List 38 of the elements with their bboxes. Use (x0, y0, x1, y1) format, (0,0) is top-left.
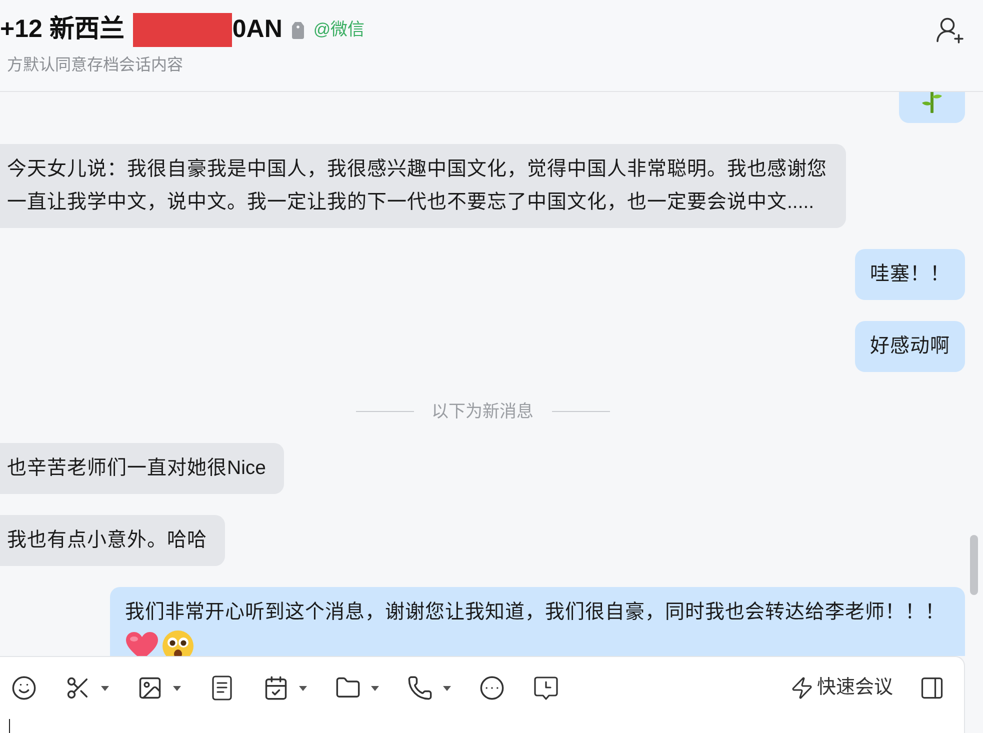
message-text: 哇塞！！ (870, 263, 950, 285)
message-text: 好感动啊 (870, 335, 950, 357)
text-cursor-icon (9, 719, 10, 733)
smile-icon (11, 675, 37, 701)
scheduled-message-button[interactable] (533, 674, 559, 702)
message-text: 我也有点小意外。哈哈 (7, 529, 207, 551)
more-icon (479, 675, 505, 701)
add-member-button[interactable] (935, 15, 965, 45)
lightning-icon (790, 676, 814, 700)
message-text: 今天女儿说：我很自豪我是中国人，我很感兴趣中国文化，觉得中国人非常聪明。我也感谢您一直让我学中文，说中文。我一定让我的下一代也不要忘了中国文化，也一定要会说中文..... (7, 158, 827, 213)
message-clock-icon (533, 675, 559, 701)
calendar-check-icon (263, 675, 289, 701)
archive-consent-notice: 方默认同意存档会话内容 (6, 55, 183, 76)
new-messages-divider-label: 以下为新消息 (432, 402, 534, 422)
message-text: 也辛苦老师们一直对她很Nice (7, 457, 266, 479)
tag-icon (292, 22, 304, 38)
call-button[interactable] (407, 674, 451, 702)
document-icon (209, 675, 235, 701)
caret-icon (443, 686, 451, 690)
heart-icon (125, 630, 159, 656)
quick-meeting-button[interactable]: 快速会议 (790, 674, 893, 702)
caret-icon (299, 686, 307, 690)
caret-icon (101, 686, 109, 690)
side-panel-icon (919, 675, 945, 701)
caret-icon (173, 686, 181, 690)
caret-icon (371, 686, 379, 690)
calendar-button[interactable] (263, 674, 307, 702)
contact-name-end: 0AN (232, 14, 282, 46)
add-person-icon (935, 15, 965, 45)
phone-icon (407, 675, 433, 701)
account-source-tag: @微信 (313, 17, 365, 43)
scrollbar-thumb[interactable] (970, 535, 978, 595)
image-icon (137, 675, 163, 701)
document-button[interactable] (209, 674, 235, 702)
emoji-button[interactable] (11, 674, 37, 702)
message-text: 我们非常开心听到这个消息，谢谢您让我知道，我们很自豪，同时我也会转达给李老师！！！ (125, 601, 945, 623)
contact-name: +12 新西兰 (0, 14, 124, 46)
more-button[interactable] (479, 674, 505, 702)
